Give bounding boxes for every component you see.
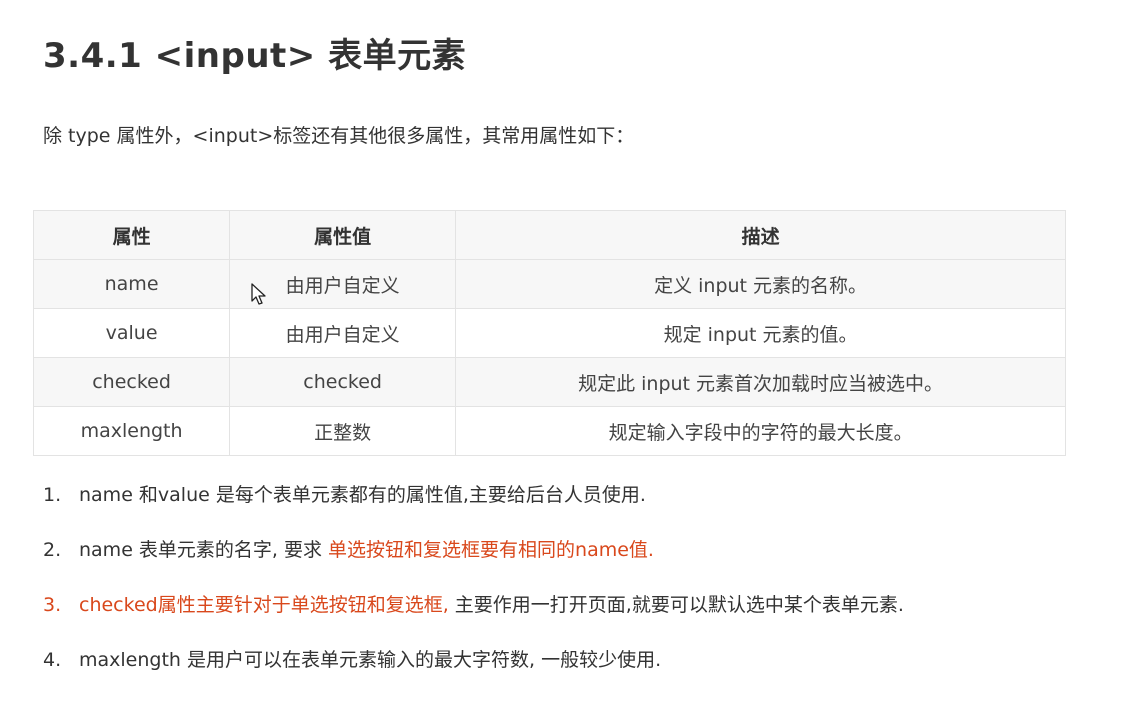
note-item: 4. maxlength 是用户可以在表单元素输入的最大字符数, 一般较少使用. (43, 646, 904, 674)
cell-description: 定义 input 元素的名称。 (455, 259, 1066, 309)
cell-value: 由用户自定义 (229, 308, 457, 358)
table-row: name 由用户自定义 定义 input 元素的名称。 (32, 259, 1066, 309)
note-item: 1. name 和value 是每个表单元素都有的属性值,主要给后台人员使用. (43, 481, 904, 509)
cell-attribute: checked (32, 357, 231, 407)
table-body: name 由用户自定义 定义 input 元素的名称。 value 由用户自定义… (32, 259, 1066, 456)
note-text: 主要作用一打开页面,就要可以默认选中某个表单元素. (448, 594, 904, 616)
cell-value: checked (229, 357, 457, 407)
header-attribute: 属性 (32, 210, 231, 260)
table-row: maxlength 正整数 规定输入字段中的字符的最大长度。 (32, 406, 1066, 456)
note-item: 3. checked属性主要针对于单选按钮和复选框, 主要作用一打开页面,就要可以… (43, 591, 904, 619)
note-number: 4. (43, 649, 62, 671)
note-number: 2. (43, 539, 62, 561)
note-text: name 表单元素的名字, 要求 (79, 539, 329, 561)
page-title: 3.4.1 <input> 表单元素 (43, 36, 467, 76)
notes-list: 1. name 和value 是每个表单元素都有的属性值,主要给后台人员使用. 2… (43, 481, 904, 701)
note-text: maxlength 是用户可以在表单元素输入的最大字符数, 一般较少使用. (79, 649, 662, 671)
header-attribute-value: 属性值 (229, 210, 457, 260)
cell-description: 规定此 input 元素首次加载时应当被选中。 (455, 357, 1066, 407)
cell-attribute: maxlength (32, 406, 231, 456)
note-item: 2. name 表单元素的名字, 要求 单选按钮和复选框要有相同的name值. (43, 536, 904, 564)
table-header: 属性 属性值 描述 (32, 210, 1066, 260)
document-page: 3.4.1 <input> 表单元素 除 type 属性外，<input>标签还… (0, 0, 1138, 692)
header-description: 描述 (455, 210, 1066, 260)
note-highlight: 单选按钮和复选框要有相同的name值. (328, 539, 654, 561)
mouse-pointer-icon (251, 283, 266, 305)
note-number: 1. (43, 484, 62, 506)
cell-description: 规定输入字段中的字符的最大长度。 (455, 406, 1066, 456)
table-row: value 由用户自定义 规定 input 元素的值。 (32, 308, 1066, 358)
intro-paragraph: 除 type 属性外，<input>标签还有其他很多属性，其常用属性如下： (43, 125, 635, 147)
table-row: checked checked 规定此 input 元素首次加载时应当被选中。 (32, 357, 1066, 407)
cell-description: 规定 input 元素的值。 (455, 308, 1066, 358)
note-number: 3. (43, 594, 62, 616)
note-highlight: checked属性主要针对于单选按钮和复选框, (79, 594, 449, 616)
table-header-row: 属性 属性值 描述 (32, 210, 1066, 260)
cell-attribute: name (32, 259, 231, 309)
attributes-table: 属性 属性值 描述 name 由用户自定义 定义 input 元素的名称。 va… (32, 210, 1066, 456)
note-text: name 和value 是每个表单元素都有的属性值,主要给后台人员使用. (79, 484, 646, 506)
cell-attribute: value (32, 308, 231, 358)
cell-value: 正整数 (229, 406, 457, 456)
